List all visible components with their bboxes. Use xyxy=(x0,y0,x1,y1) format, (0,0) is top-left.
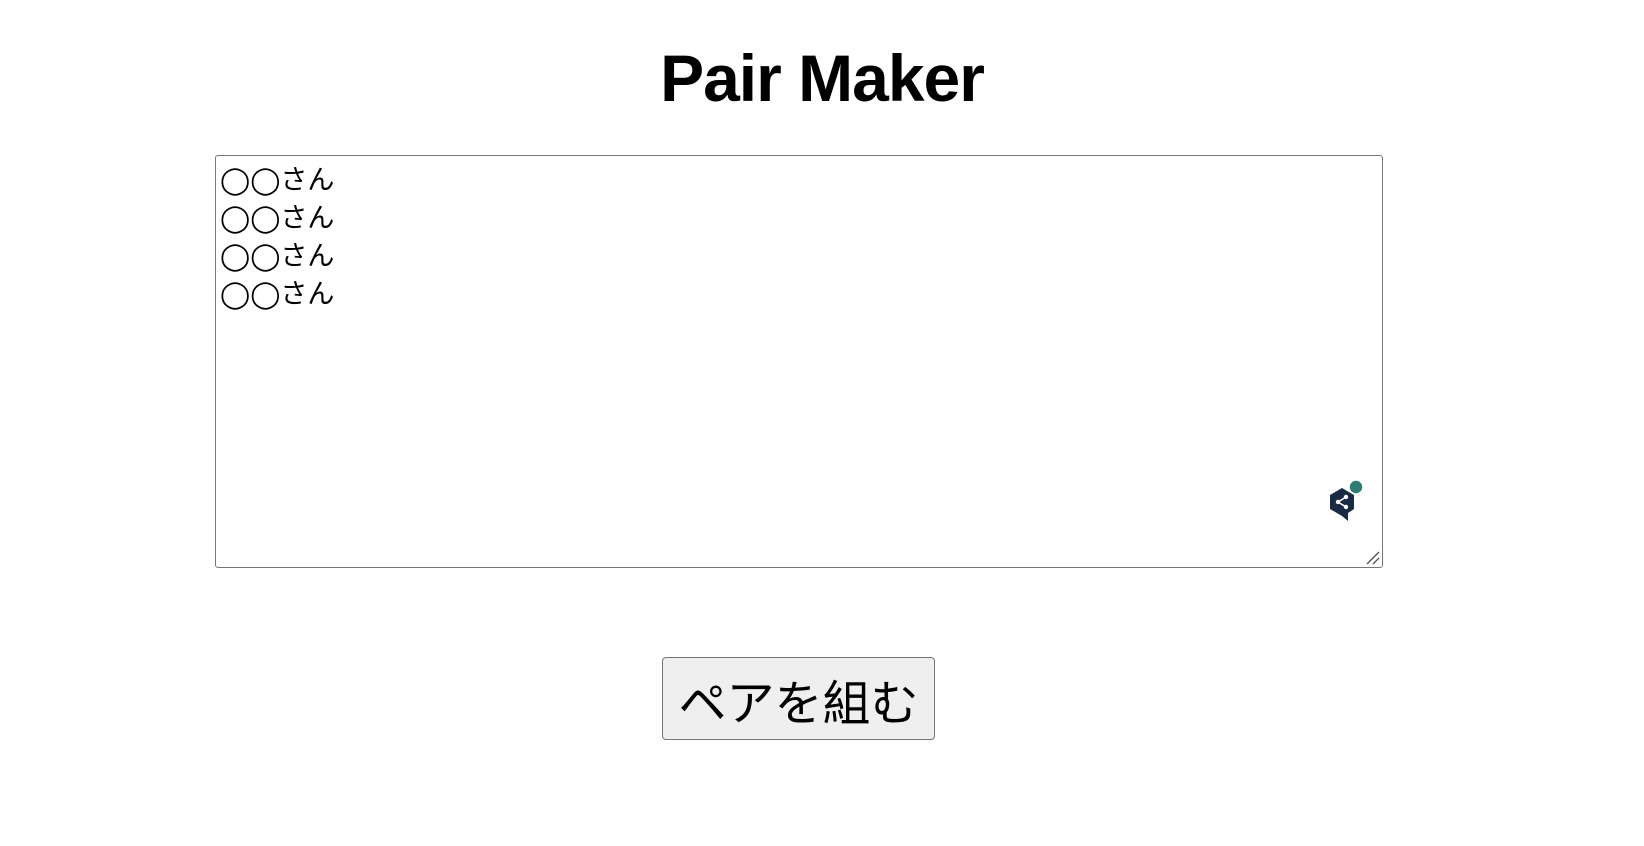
resize-handle[interactable] xyxy=(1364,549,1380,565)
status-dot xyxy=(1348,479,1364,495)
make-pairs-button[interactable]: ペアを組む xyxy=(662,657,935,740)
names-textarea[interactable] xyxy=(215,155,1383,568)
page-title: Pair Maker xyxy=(660,41,985,115)
translator-extension-icon xyxy=(1330,479,1364,521)
names-editor xyxy=(215,155,1383,568)
extension-badge[interactable] xyxy=(1322,479,1366,524)
